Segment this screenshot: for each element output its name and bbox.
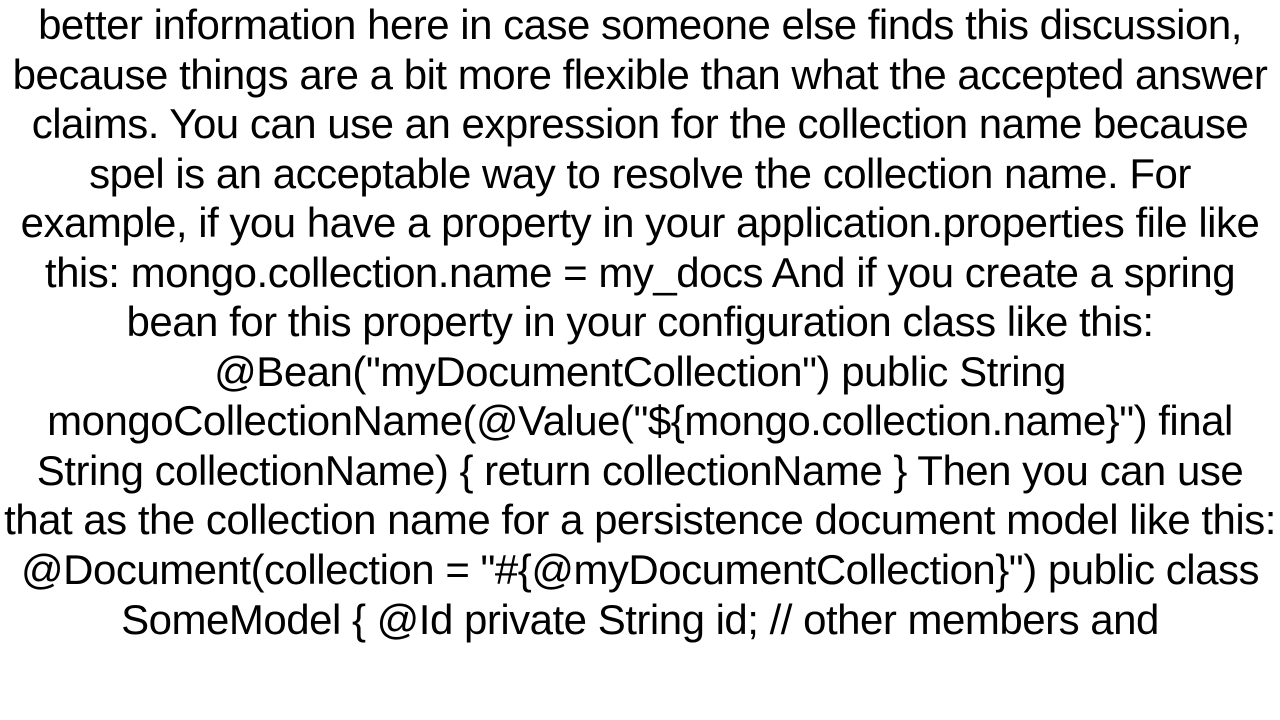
- document-body-text: better information here in case someone …: [0, 0, 1280, 644]
